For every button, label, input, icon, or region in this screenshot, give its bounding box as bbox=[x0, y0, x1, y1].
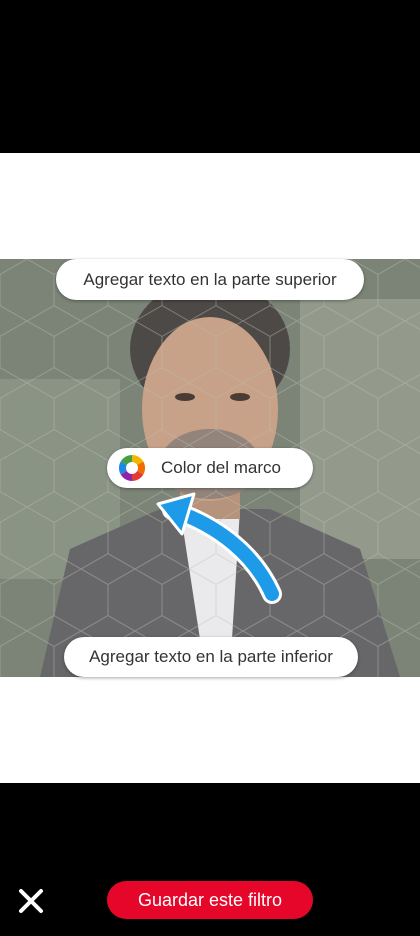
add-top-text-label: Agregar texto en la parte superior bbox=[83, 269, 337, 289]
hint-arrow-icon bbox=[156, 492, 282, 604]
frame-color-button[interactable]: Color del marco bbox=[107, 448, 313, 488]
close-button[interactable] bbox=[16, 886, 46, 916]
save-filter-button[interactable]: Guardar este filtro bbox=[107, 881, 313, 919]
add-bottom-text-button[interactable]: Agregar texto en la parte inferior bbox=[64, 637, 358, 677]
color-wheel-icon bbox=[117, 453, 147, 483]
add-bottom-text-label: Agregar texto en la parte inferior bbox=[89, 647, 333, 666]
top-black-bar bbox=[0, 0, 420, 153]
close-icon bbox=[19, 889, 43, 913]
frame-color-label: Color del marco bbox=[161, 458, 281, 477]
add-top-text-button[interactable]: Agregar texto en la parte superior bbox=[56, 259, 364, 300]
